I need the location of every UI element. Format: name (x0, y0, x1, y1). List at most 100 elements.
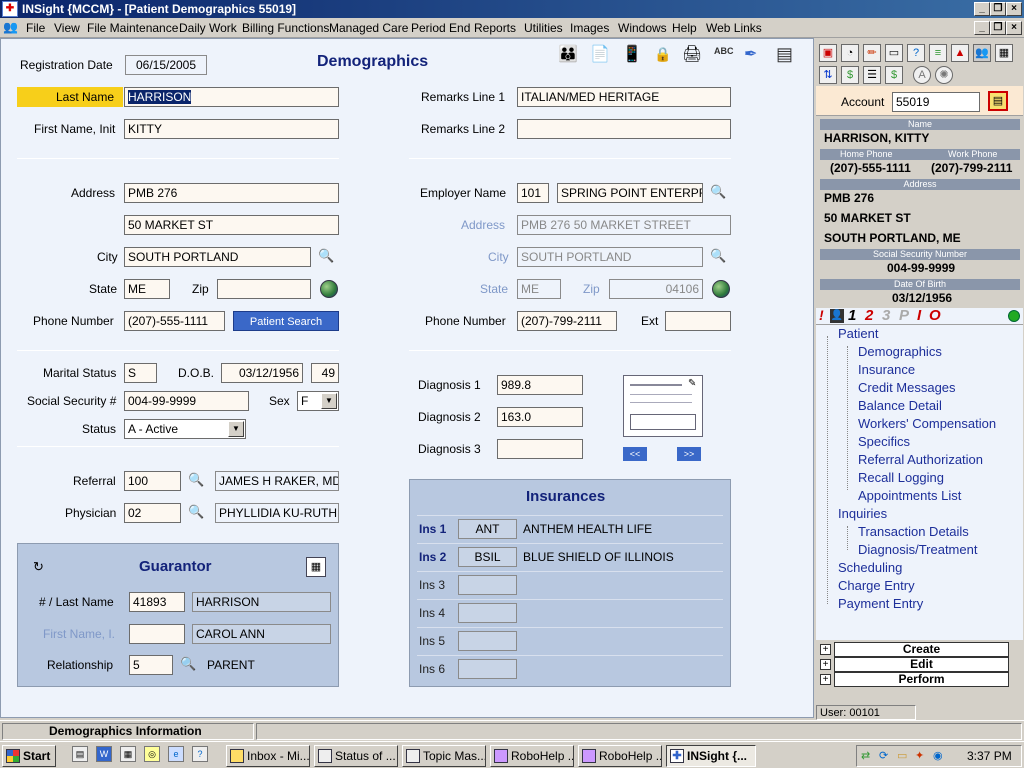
referral-lookup-icon[interactable]: 🔍 (188, 471, 206, 489)
globe-icon[interactable] (712, 280, 730, 298)
account-field[interactable]: 55019 (892, 92, 980, 112)
badge-p[interactable]: P (899, 307, 909, 324)
badge-2[interactable]: 2 (865, 307, 873, 324)
tree-insurance[interactable]: Insurance (858, 362, 915, 377)
menu-managed-care[interactable]: Managed Care (329, 21, 408, 35)
menu-period-end[interactable]: Period End (411, 21, 470, 35)
word-icon[interactable]: W (96, 746, 112, 762)
ins2-code[interactable]: BSIL (458, 547, 517, 567)
menu-file[interactable]: File (26, 21, 45, 35)
next-card-button[interactable]: >> (677, 447, 701, 461)
list-icon[interactable]: ≡ (929, 44, 947, 62)
network-tray-icon[interactable]: ⇄ (861, 749, 870, 762)
patient-badge-icon[interactable]: 👤 (830, 309, 844, 323)
menu-view[interactable]: View (54, 21, 80, 35)
tree-transaction-details[interactable]: Transaction Details (858, 524, 969, 539)
ins3-code[interactable] (458, 575, 517, 595)
clock-icon[interactable]: ◔ (841, 44, 859, 62)
edit-button[interactable]: Edit (834, 657, 1009, 672)
perform-button[interactable]: Perform (834, 672, 1009, 687)
badge-3[interactable]: 3 (882, 307, 890, 324)
employer-lookup-icon[interactable]: 🔍 (710, 183, 728, 201)
task-robohelp-2[interactable]: RoboHelp ... (578, 745, 662, 767)
physician-lookup-icon[interactable]: 🔍 (188, 503, 206, 521)
guarantor-detail-icon[interactable]: ▦ (306, 557, 326, 577)
emp-city-lookup-icon[interactable]: 🔍 (710, 247, 728, 265)
menu-billing-functions[interactable]: Billing Functions (242, 21, 329, 35)
tree-scheduling[interactable]: Scheduling (838, 560, 902, 575)
marital-status-field[interactable]: S (124, 363, 157, 383)
tree-credit-messages[interactable]: Credit Messages (858, 380, 956, 395)
users-icon[interactable]: 👥 (3, 20, 19, 36)
pen-icon[interactable]: ✒ (744, 44, 757, 64)
city-field[interactable]: SOUTH PORTLAND (124, 247, 311, 267)
refresh-icon[interactable]: ↻ (33, 559, 44, 575)
ins5-code[interactable] (458, 631, 517, 651)
menu-web-links[interactable]: Web Links (706, 21, 762, 35)
ext-field[interactable] (665, 311, 731, 331)
task-status[interactable]: Status of ... (314, 745, 398, 767)
settings-icon[interactable]: ✺ (935, 66, 953, 84)
registration-date-field[interactable]: 06/15/2005 (125, 55, 207, 75)
alert-badge[interactable]: ! (819, 307, 824, 323)
pencil-icon[interactable]: ✏ (863, 44, 881, 62)
sort-icon[interactable]: ⇅ (819, 66, 837, 84)
grid-icon[interactable]: ▦ (995, 44, 1013, 62)
menu-images[interactable]: Images (570, 21, 609, 35)
a-icon[interactable]: A (913, 66, 931, 84)
relationship-code-field[interactable]: 5 (129, 655, 173, 675)
tree-referral-authorization[interactable]: Referral Authorization (858, 452, 983, 467)
sync-tray-icon[interactable]: ⟳ (879, 749, 888, 762)
relationship-lookup-icon[interactable]: 🔍 (180, 655, 198, 673)
show-desktop-icon[interactable]: ▤ (72, 746, 88, 762)
diag1-field[interactable]: 989.8 (497, 375, 583, 395)
child-restore-icon[interactable]: ❐ (990, 21, 1006, 35)
tree-inquiries[interactable]: Inquiries (838, 506, 887, 521)
remarks2-field[interactable] (517, 119, 731, 139)
physician-code-field[interactable]: 02 (124, 503, 181, 523)
menu-file-maintenance[interactable]: File Maintenance (87, 21, 178, 35)
document-add-icon[interactable]: 📄 (590, 44, 610, 64)
first-name-field[interactable]: KITTY (124, 119, 339, 139)
employer-code-field[interactable]: 101 (517, 183, 549, 203)
patient-search-button[interactable]: Patient Search (233, 311, 339, 331)
folder-icon[interactable]: ▤ (988, 91, 1008, 111)
app-icon[interactable]: ✚ (2, 1, 18, 17)
flag-icon[interactable]: ▣ (819, 44, 837, 62)
badge-1[interactable]: 1 (848, 307, 856, 324)
outlook-quick-icon[interactable]: ◎ (144, 746, 160, 762)
phone-field[interactable]: (207)-555-1111 (124, 311, 225, 331)
settings-quick-icon[interactable]: ▦ (120, 746, 136, 762)
family-icon[interactable]: 👪 (558, 44, 578, 64)
status-select[interactable]: A - Active ▼ (124, 419, 246, 439)
address2-field[interactable]: 50 MARKET ST (124, 215, 339, 235)
tree-patient[interactable]: Patient (838, 326, 878, 341)
task-robohelp-1[interactable]: RoboHelp ... (490, 745, 574, 767)
alert-tray-icon[interactable]: ✦ (915, 749, 924, 762)
task-inbox[interactable]: Inbox - Mi... (226, 745, 310, 767)
zip-field[interactable] (217, 279, 311, 299)
ins4-code[interactable] (458, 603, 517, 623)
tree-workers-compensation[interactable]: Workers' Compensation (858, 416, 996, 431)
stack-icon[interactable]: ☰ (863, 66, 881, 84)
address1-field[interactable]: PMB 276 (124, 183, 339, 203)
chevron-down-icon[interactable]: ▼ (321, 393, 337, 409)
ssn-field[interactable]: 004-99-9999 (124, 391, 249, 411)
child-close-icon[interactable]: × (1006, 21, 1022, 35)
prev-card-button[interactable]: << (623, 447, 647, 461)
guarantor-num-field[interactable]: 41893 (129, 592, 185, 612)
ins1-code[interactable]: ANT (458, 519, 517, 539)
task-insight[interactable]: ✚ INSight {... (666, 745, 756, 767)
perform-expand-icon[interactable]: + (820, 674, 831, 685)
emp-phone-field[interactable]: (207)-799-2111 (517, 311, 617, 331)
ins6-code[interactable] (458, 659, 517, 679)
tree-payment-entry[interactable]: Payment Entry (838, 596, 923, 611)
dollar-icon[interactable]: $ (841, 66, 859, 84)
dob-field[interactable]: 03/12/1956 (221, 363, 303, 383)
child-minimize-icon[interactable]: _ (974, 21, 990, 35)
print-icon[interactable]: 🖨 (682, 44, 702, 64)
phone-icon[interactable]: 📱 (622, 44, 642, 64)
ie-icon[interactable]: e (168, 746, 184, 762)
menu-help[interactable]: Help (672, 21, 697, 35)
tree-appointments-list[interactable]: Appointments List (858, 488, 961, 503)
